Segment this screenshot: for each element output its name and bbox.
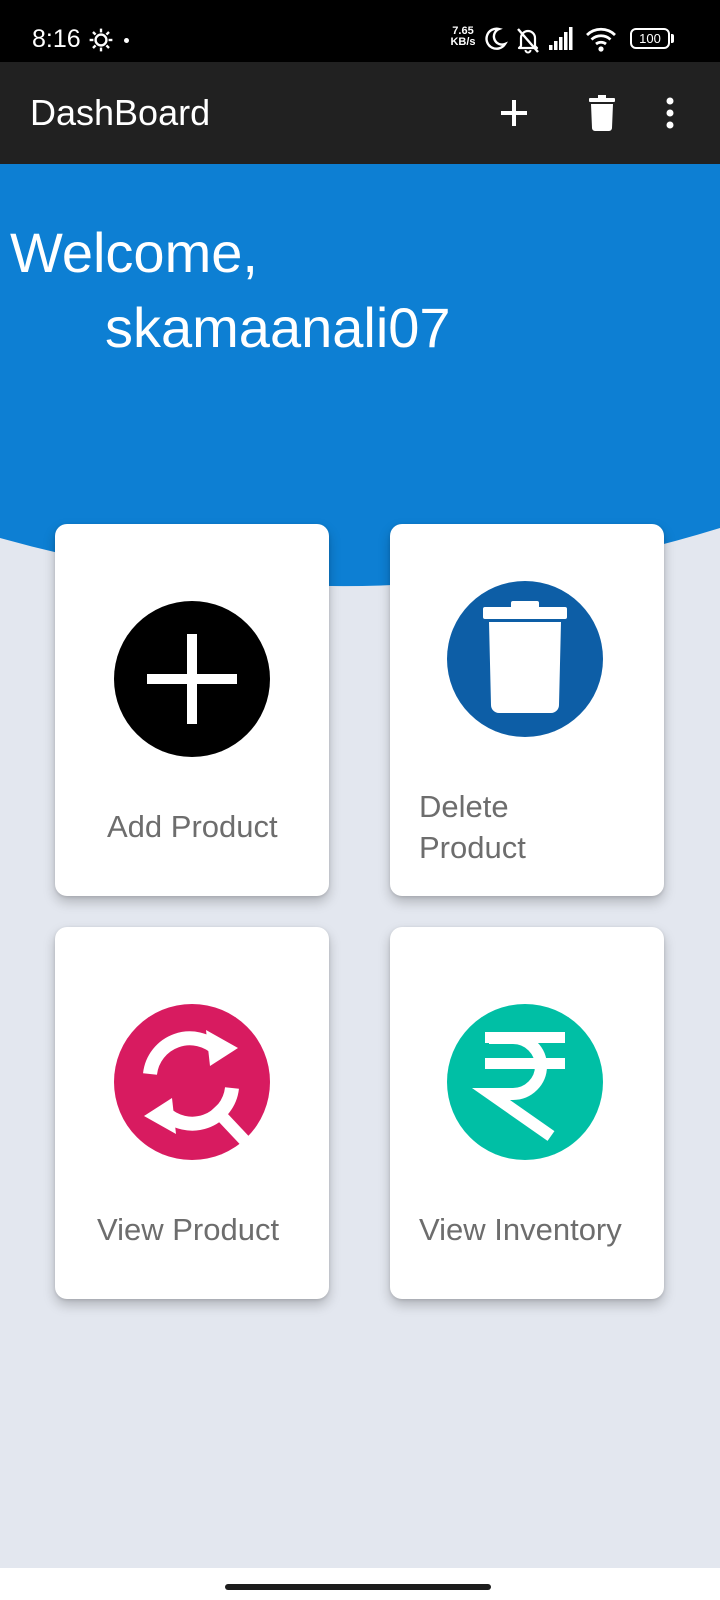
notification-dot [124, 38, 129, 43]
settings-gear-icon [89, 28, 113, 52]
delete-product-label-line2: Product [419, 830, 526, 865]
moon-icon [485, 27, 508, 50]
delete-button[interactable] [577, 88, 627, 138]
battery-level: 100 [639, 31, 661, 46]
bell-off-icon [517, 28, 539, 54]
username-text: skamaanali07 [105, 296, 451, 359]
view-product-label: View Product [97, 1212, 280, 1247]
wifi-icon [586, 27, 616, 52]
add-product-label: Add Product [107, 809, 278, 844]
sync-search-icon [114, 1004, 270, 1160]
network-speed: 7.65 KB/s [445, 26, 481, 48]
app-title: DashBoard [30, 92, 211, 133]
add-product-card[interactable]: Add Product [55, 524, 329, 896]
view-inventory-label: View Inventory [419, 1212, 622, 1247]
add-circle-icon [114, 601, 270, 757]
battery-nub [671, 34, 674, 43]
delete-product-label-line1: Delete [419, 789, 509, 824]
signal-icon [549, 27, 573, 50]
status-time: 8:16 [32, 25, 81, 53]
welcome-text: Welcome, [10, 221, 258, 284]
home-indicator[interactable] [225, 1584, 491, 1590]
delete-product-card[interactable]: Delete Product [390, 524, 664, 896]
rupee-circle-icon [447, 1004, 603, 1160]
overflow-menu-button[interactable] [655, 88, 685, 138]
view-product-card[interactable]: View Product [55, 927, 329, 1299]
battery-icon: 100 [630, 28, 670, 49]
add-icon [501, 100, 527, 126]
delete-icon [589, 95, 615, 131]
add-button[interactable] [489, 88, 539, 138]
status-bar: 8:16 7.65 KB/s 100 [0, 0, 720, 62]
view-inventory-card[interactable]: View Inventory [390, 927, 664, 1299]
trash-circle-icon [447, 581, 603, 737]
network-speed-unit: KB/s [450, 36, 476, 48]
overflow-menu-icon [666, 97, 674, 129]
app-bar: DashBoard [0, 62, 720, 164]
